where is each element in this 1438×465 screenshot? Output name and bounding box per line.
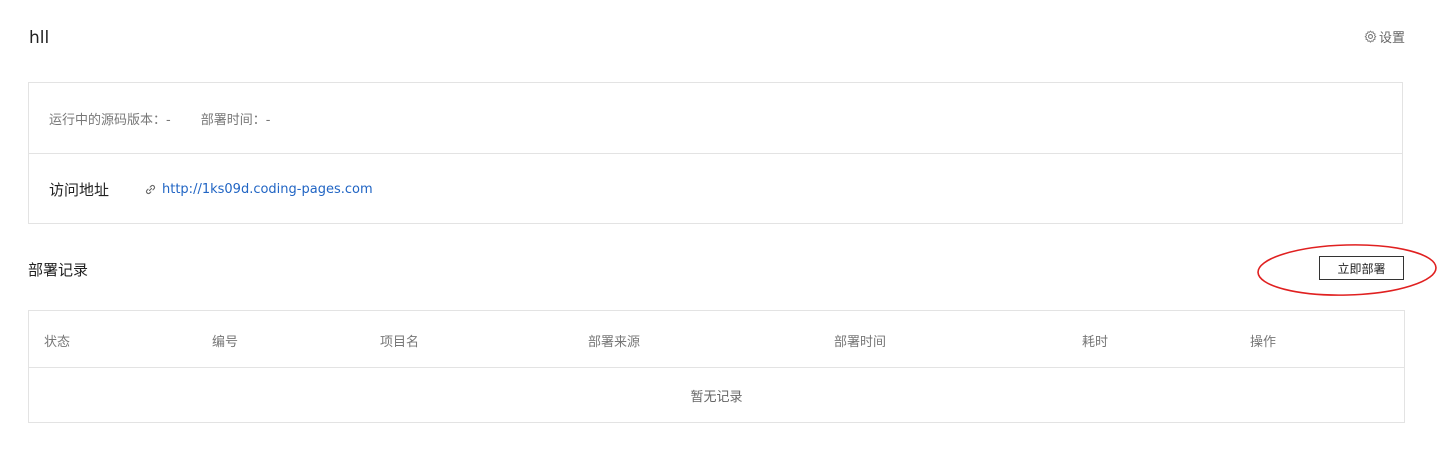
- page: hll 设置 运行中的源码版本：- 部署时间：- 访问地址 http://1ks…: [0, 0, 1438, 465]
- column-number: 编号: [212, 335, 239, 350]
- table-header: 状态 编号 项目名 部署来源 部署时间 耗时 操作: [29, 311, 1404, 368]
- column-status: 状态: [44, 335, 71, 350]
- settings-button[interactable]: 设置: [1364, 27, 1405, 46]
- access-row: 访问地址 http://1ks09d.coding-pages.com: [29, 154, 1402, 225]
- deploy-time-label: 部署时间：: [200, 112, 266, 128]
- column-actions: 操作: [1250, 335, 1277, 350]
- column-project-name: 项目名: [380, 335, 420, 350]
- source-version-label: 运行中的源码版本：: [49, 112, 167, 128]
- empty-state-text: 暂无记录: [690, 390, 743, 405]
- version-row: 运行中的源码版本：- 部署时间：-: [29, 83, 1402, 154]
- source-version-value: -: [166, 112, 171, 128]
- access-label: 访问地址: [49, 181, 110, 199]
- access-url-link[interactable]: http://1ks09d.coding-pages.com: [162, 182, 373, 197]
- deploy-now-button[interactable]: 立即部署: [1319, 256, 1404, 280]
- deploy-time: 部署时间：-: [201, 109, 271, 128]
- table-empty-row: 暂无记录: [29, 368, 1404, 423]
- page-title: hll: [29, 28, 50, 48]
- deploy-records-title: 部署记录: [28, 261, 89, 279]
- column-deploy-time: 部署时间: [834, 335, 887, 350]
- access-link-wrap: http://1ks09d.coding-pages.com: [145, 180, 373, 199]
- deployment-info-card: 运行中的源码版本：- 部署时间：- 访问地址 http://1ks09d.cod…: [28, 82, 1403, 224]
- gear-icon: [1364, 30, 1377, 43]
- settings-label: 设置: [1378, 31, 1405, 46]
- deploy-time-value: -: [265, 112, 271, 128]
- column-deploy-source: 部署来源: [588, 335, 641, 350]
- link-icon: [145, 180, 156, 199]
- deploy-records-table: 状态 编号 项目名 部署来源 部署时间 耗时 操作 暂无记录: [28, 310, 1405, 423]
- source-version: 运行中的源码版本：-: [49, 109, 171, 128]
- column-duration: 耗时: [1082, 335, 1109, 350]
